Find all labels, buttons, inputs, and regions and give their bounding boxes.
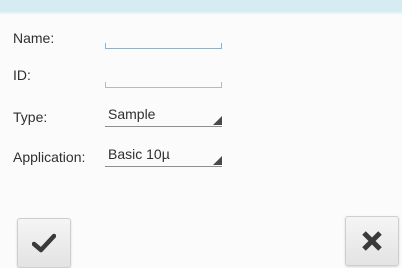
- top-bar: [0, 0, 402, 14]
- type-dropdown[interactable]: Sample: [105, 104, 222, 127]
- type-label: Type:: [13, 109, 48, 125]
- dropdown-arrow-icon: [213, 156, 222, 165]
- name-label: Name:: [13, 30, 55, 46]
- name-field[interactable]: [105, 24, 222, 49]
- application-dropdown-value: Basic 10µ: [108, 146, 170, 162]
- cancel-button[interactable]: [345, 216, 399, 266]
- id-field[interactable]: [105, 63, 222, 88]
- checkmark-icon: [32, 233, 56, 253]
- application-label: Application:: [13, 149, 86, 165]
- application-dropdown[interactable]: Basic 10µ: [105, 144, 222, 167]
- id-label: ID:: [13, 67, 31, 83]
- close-icon: [362, 231, 382, 251]
- type-dropdown-value: Sample: [108, 106, 156, 122]
- confirm-button[interactable]: [17, 218, 71, 268]
- dropdown-arrow-icon: [213, 116, 222, 125]
